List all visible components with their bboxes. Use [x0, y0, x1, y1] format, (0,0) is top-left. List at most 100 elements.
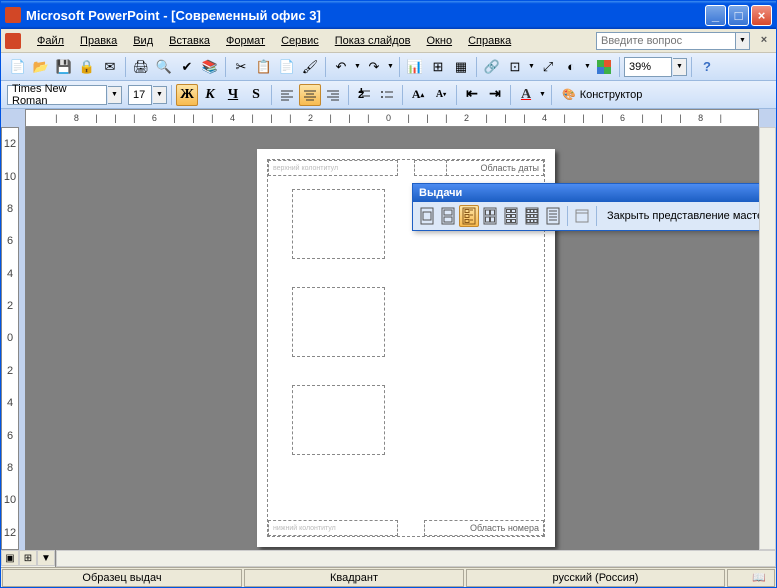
zoom-input[interactable]: 39% [624, 57, 672, 77]
email-button[interactable]: ✉ [99, 56, 121, 78]
footer-placeholder[interactable]: нижний колонтитул [268, 520, 398, 536]
mdi-close-button[interactable]: × [756, 33, 772, 49]
spell-icon[interactable]: 📖 [752, 571, 766, 584]
paste-button[interactable]: 📄 [276, 56, 298, 78]
underline-button[interactable]: Ч [222, 84, 244, 106]
print-button[interactable]: 🖨 [130, 56, 152, 78]
number-placeholder[interactable]: Область номера [424, 520, 544, 536]
handout-master-toolbar[interactable]: Выдачи ▼ Закрыть представление мастера [412, 183, 759, 231]
undo-dropdown[interactable]: ▼ [353, 63, 362, 70]
app-icon [5, 7, 21, 23]
menu-slideshow[interactable]: Показ слайдов [327, 33, 419, 49]
menu-insert[interactable]: Вставка [161, 33, 218, 49]
menu-file[interactable]: Файл [29, 33, 72, 49]
align-center-button[interactable] [299, 84, 321, 106]
vertical-scrollbar[interactable] [759, 127, 776, 550]
layout-6-button[interactable] [501, 205, 521, 227]
align-right-button[interactable] [322, 84, 344, 106]
slide-thumbnail-1[interactable] [292, 189, 385, 259]
float-titlebar[interactable]: Выдачи ▼ [413, 184, 759, 202]
status-master: Образец выдач [2, 569, 242, 587]
size-dropdown[interactable]: ▼ [153, 86, 167, 104]
bold-button[interactable]: Ж [176, 84, 198, 106]
redo-dropdown[interactable]: ▼ [386, 63, 395, 70]
grid-button[interactable]: ⊡ [504, 56, 526, 78]
slideshow-view-button[interactable]: ▼ [37, 550, 55, 566]
format-painter-button[interactable]: 🖌 [299, 56, 321, 78]
align-left-button[interactable] [276, 84, 298, 106]
help-dropdown[interactable]: ▼ [736, 32, 750, 50]
sorter-view-button[interactable]: ⊞ [19, 550, 37, 566]
vertical-ruler[interactable]: 12108642024681012 [1, 127, 19, 550]
grayscale-dropdown[interactable]: ▼ [583, 63, 592, 70]
numbering-button[interactable]: 12 [353, 84, 375, 106]
cut-button[interactable]: ✂ [230, 56, 252, 78]
zoom-dropdown[interactable]: ▼ [673, 58, 687, 76]
status-lang[interactable]: русский (Россия) [466, 569, 725, 587]
expand-button[interactable]: ⤢ [537, 56, 559, 78]
menu-edit[interactable]: Правка [72, 33, 125, 49]
canvas[interactable]: верхний колонтитул дата/время Область да… [25, 127, 759, 550]
color-button[interactable] [593, 56, 615, 78]
research-button[interactable]: 📚 [199, 56, 221, 78]
open-button[interactable]: 📂 [30, 56, 52, 78]
grayscale-button[interactable]: ◐ [560, 56, 582, 78]
help-button[interactable]: ? [696, 56, 718, 78]
menu-help[interactable]: Справка [460, 33, 519, 49]
permission-button[interactable]: 🔒 [76, 56, 98, 78]
konstruktor-button[interactable]: 🎨 Конструктор [556, 84, 648, 106]
font-dropdown[interactable]: ▼ [108, 86, 122, 104]
undo-button[interactable]: ↶ [330, 56, 352, 78]
separator [567, 206, 568, 226]
font-size-select[interactable]: 17 [128, 85, 152, 105]
copy-button[interactable]: 📋 [253, 56, 275, 78]
minimize-button[interactable]: _ [705, 5, 726, 26]
master-layout-button[interactable] [572, 205, 592, 227]
slide-thumbnail-3[interactable] [292, 385, 385, 455]
increase-font-button[interactable]: A▴ [407, 84, 429, 106]
close-master-button[interactable]: Закрыть представление мастера [601, 210, 759, 222]
layout-outline-button[interactable] [543, 205, 563, 227]
slide-thumbnail-2[interactable] [292, 287, 385, 357]
hyperlink-button[interactable]: 🔗 [481, 56, 503, 78]
layout-4-button[interactable] [480, 205, 500, 227]
shadow-button[interactable]: S [245, 84, 267, 106]
decrease-indent-button[interactable]: ⇤ [461, 84, 483, 106]
font-name-select[interactable]: Times New Roman [7, 85, 107, 105]
bullets-button[interactable] [376, 84, 398, 106]
menu-tools[interactable]: Сервис [273, 33, 327, 49]
increase-indent-button[interactable]: ⇥ [484, 84, 506, 106]
layout-9-button[interactable] [522, 205, 542, 227]
grid-dropdown[interactable]: ▼ [527, 63, 536, 70]
header-placeholder[interactable]: верхний колонтитул [268, 160, 398, 176]
horizontal-ruler[interactable]: | 8 | | | 6 | | | 4 | | | 2 | | | 0 | | … [25, 109, 759, 127]
layout-1-button[interactable] [417, 205, 437, 227]
font-color-dropdown[interactable]: ▼ [538, 91, 547, 98]
menu-format[interactable]: Формат [218, 33, 273, 49]
separator [325, 57, 326, 77]
help-input[interactable] [596, 32, 736, 50]
redo-button[interactable]: ↷ [363, 56, 385, 78]
chart-button[interactable]: 📊 [404, 56, 426, 78]
horizontal-scrollbar[interactable] [56, 550, 776, 567]
separator [225, 57, 226, 77]
titlebar[interactable]: Microsoft PowerPoint - [Современный офис… [1, 1, 776, 29]
decrease-font-button[interactable]: A▾ [430, 84, 452, 106]
layout-3-button[interactable] [459, 205, 479, 227]
table-button[interactable]: ⊞ [427, 56, 449, 78]
menu-window[interactable]: Окно [419, 33, 461, 49]
maximize-button[interactable]: □ [728, 5, 749, 26]
spelling-button[interactable]: ✔ [176, 56, 198, 78]
font-color-button[interactable]: A [515, 84, 537, 106]
tables-borders-button[interactable]: ▦ [450, 56, 472, 78]
layout-2-button[interactable] [438, 205, 458, 227]
save-button[interactable]: 💾 [53, 56, 75, 78]
menu-view[interactable]: Вид [125, 33, 161, 49]
doc-icon[interactable] [5, 33, 21, 49]
date-placeholder[interactable]: Область даты [446, 160, 544, 176]
preview-button[interactable]: 🔍 [153, 56, 175, 78]
normal-view-button[interactable]: ▣ [1, 550, 19, 566]
close-button[interactable]: × [751, 5, 772, 26]
new-button[interactable]: 📄 [7, 56, 29, 78]
italic-button[interactable]: К [199, 84, 221, 106]
